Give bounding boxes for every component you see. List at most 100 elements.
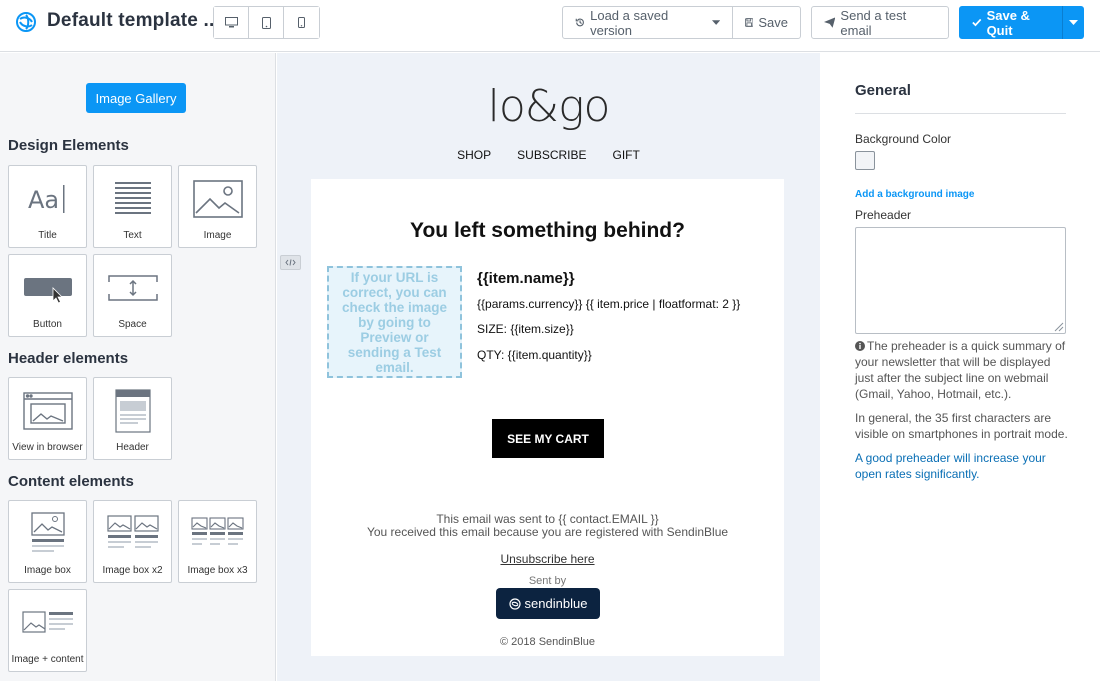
save-and-quit-label: Save & Quit — [986, 7, 1030, 38]
block-text-label: Text — [123, 230, 142, 241]
nav-shop[interactable]: SHOP — [457, 148, 491, 162]
block-image-box-x2[interactable]: Image box x2 — [93, 500, 172, 583]
block-space-label: Space — [118, 319, 147, 330]
block-title-label: Title — [38, 230, 57, 241]
email-nav: SHOP SUBSCRIBE GIFT — [277, 148, 820, 162]
image-icon — [192, 180, 243, 218]
code-icon — [285, 259, 296, 266]
block-image[interactable]: Image — [178, 165, 257, 248]
block-image-box-label: Image box — [24, 565, 71, 576]
tablet-view-button[interactable] — [249, 7, 284, 38]
block-image-content-label: Image + content — [11, 654, 84, 665]
code-view-toggle[interactable] — [280, 255, 301, 270]
preheader-help: The preheader is a quick summary of your… — [855, 338, 1069, 402]
block-header-label: Header — [116, 442, 149, 453]
browser-window-icon — [22, 392, 73, 430]
svg-text:Aa: Aa — [28, 186, 59, 214]
block-image-content[interactable]: Image + content — [8, 589, 87, 672]
add-background-image-link[interactable]: Add a background image — [855, 189, 974, 200]
block-image-box[interactable]: Image box — [8, 500, 87, 583]
save-options-dropdown-button[interactable] — [1062, 6, 1084, 39]
resize-grip-icon[interactable] — [1053, 321, 1064, 332]
sendinblue-badge[interactable]: sendinblue — [496, 588, 600, 619]
title-icon: Aa — [28, 185, 64, 214]
button-icon — [23, 278, 72, 303]
nav-gift[interactable]: GIFT — [613, 148, 640, 162]
preheader-help-text: The preheader is a quick summary of your… — [855, 339, 1066, 401]
image-box-x2-icon — [106, 515, 159, 548]
block-image-box-x2-label: Image box x2 — [102, 565, 163, 576]
mobile-icon — [298, 17, 305, 28]
sent-by-label: Sent by — [528, 575, 567, 587]
sendinblue-logo-icon[interactable] — [14, 10, 38, 34]
tablet-icon — [261, 16, 271, 29]
mobile-view-button[interactable] — [284, 7, 319, 38]
send-test-email-button[interactable]: Send a test email — [811, 6, 949, 39]
save-label: Save — [758, 15, 788, 30]
email-headline[interactable]: You left something behind? — [311, 219, 784, 243]
block-image-box-x3[interactable]: Image box x3 — [178, 500, 257, 583]
footer-sent-to: This email was sent to {{ contact.EMAIL … — [436, 512, 659, 526]
load-saved-version-label: Load a saved version — [590, 7, 669, 38]
background-color-swatch[interactable] — [855, 151, 875, 170]
brand-logo[interactable]: lo&go — [277, 81, 820, 132]
item-name[interactable]: {{item.name}} — [477, 270, 575, 287]
divider — [855, 113, 1066, 114]
preheader-input[interactable] — [855, 227, 1066, 334]
block-image-box-x3-label: Image box x3 — [187, 565, 248, 576]
smartphone-help: In general, the 35 first characters are … — [855, 411, 1068, 441]
template-title[interactable]: Default template ... — [47, 10, 220, 32]
block-view-in-browser[interactable]: View in browser — [8, 377, 87, 460]
product-image-placeholder[interactable]: If your URL is correct, you can check th… — [327, 266, 462, 378]
block-button-label: Button — [33, 319, 62, 330]
block-button[interactable]: Button — [8, 254, 87, 337]
blocks-sidebar: Image Gallery Design Elements Aa Title T… — [0, 53, 276, 681]
preheader-label: Preheader — [855, 208, 912, 222]
save-button[interactable]: Save — [732, 6, 801, 39]
image-box-x3-icon — [190, 517, 244, 545]
general-heading: General — [855, 82, 911, 99]
email-canvas: lo&go SHOP SUBSCRIBE GIFT You left somet… — [277, 53, 820, 681]
design-elements-heading: Design Elements — [8, 137, 129, 154]
top-bar: Default template ... Load a saved versio… — [0, 0, 1100, 52]
block-title[interactable]: Aa Title — [8, 165, 87, 248]
load-saved-version-button[interactable]: Load a saved version — [562, 6, 733, 39]
spacer-icon — [107, 275, 158, 301]
copyright: © 2018 SendinBlue — [500, 636, 595, 648]
image-gallery-button[interactable]: Image Gallery — [86, 83, 186, 113]
unsubscribe-link[interactable]: Unsubscribe here — [311, 552, 784, 566]
text-lines-icon — [114, 182, 151, 214]
send-test-email-label: Send a test email — [840, 7, 907, 38]
block-text[interactable]: Text — [93, 165, 172, 248]
nav-subscribe[interactable]: SUBSCRIBE — [517, 148, 586, 162]
image-box-icon — [30, 512, 65, 552]
content-elements-heading: Content elements — [8, 473, 134, 490]
background-color-label: Background Color — [855, 132, 952, 146]
desktop-view-button[interactable] — [214, 7, 249, 38]
settings-panel: General Background Color Add a backgroun… — [821, 53, 1100, 681]
see-my-cart-button[interactable]: SEE MY CART — [492, 419, 604, 458]
image-content-icon — [21, 611, 73, 633]
desktop-icon — [224, 17, 238, 28]
block-space[interactable]: Space — [93, 254, 172, 337]
open-rate-tip: A good preheader will increase your open… — [855, 451, 1046, 481]
block-header[interactable]: Header — [93, 377, 172, 460]
caret-down-icon — [711, 19, 720, 25]
item-size[interactable]: SIZE: {{item.size}} — [477, 322, 574, 336]
item-price[interactable]: {{params.currency}} {{ item.price | floa… — [477, 297, 740, 311]
checkmark-icon — [972, 18, 982, 27]
item-quantity[interactable]: QTY: {{item.quantity}} — [477, 348, 592, 362]
sendinblue-badge-text: sendinblue — [524, 596, 588, 611]
device-switcher — [213, 6, 320, 39]
header-elements-heading: Header elements — [8, 350, 129, 367]
block-image-label: Image — [203, 230, 232, 241]
paper-plane-icon — [824, 17, 836, 28]
sendinblue-logo-icon — [508, 597, 521, 610]
floppy-disk-icon — [745, 18, 754, 27]
email-body: You left something behind? If your URL i… — [311, 179, 784, 656]
block-view-in-browser-label: View in browser — [12, 442, 83, 453]
info-icon — [855, 341, 865, 351]
save-and-quit-button[interactable]: Save & Quit — [959, 6, 1063, 39]
caret-down-icon — [1069, 19, 1078, 25]
header-layout-icon — [114, 389, 151, 433]
